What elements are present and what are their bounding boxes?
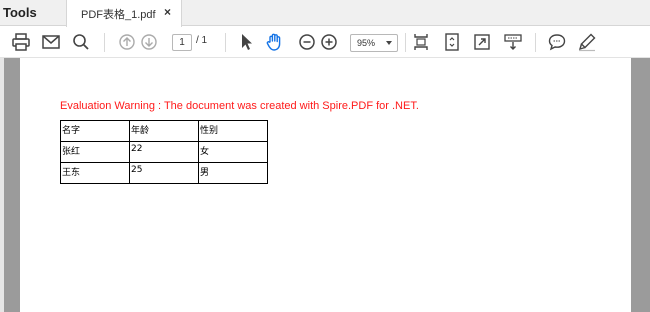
tab-document[interactable]: PDF表格_1.pdf ×	[66, 0, 182, 27]
left-scrollbar-track	[0, 58, 4, 312]
table-header-cell: 性别	[198, 120, 268, 142]
close-icon[interactable]: ×	[164, 5, 171, 19]
scroll-mode-icon[interactable]	[503, 32, 523, 52]
hand-tool-icon[interactable]	[265, 32, 285, 52]
pdf-page: Evaluation Warning : The document was cr…	[20, 58, 631, 312]
table-cell: 25	[129, 162, 199, 184]
toolbar-separator	[104, 33, 105, 52]
full-screen-icon[interactable]	[472, 32, 492, 52]
table-cell: 王东	[60, 162, 130, 184]
zoom-value: 95%	[357, 38, 376, 48]
page-number-input[interactable]: 1	[172, 34, 192, 51]
search-icon[interactable]	[71, 32, 91, 52]
toolbar-separator	[405, 33, 406, 52]
tab-tools[interactable]: Tools	[0, 0, 66, 26]
toolbar-separator	[535, 33, 536, 52]
select-cursor-icon[interactable]	[236, 32, 256, 52]
toolbar-separator	[225, 33, 226, 52]
table-cell: 男	[198, 162, 268, 184]
table-cell: 张红	[60, 141, 130, 163]
table-cell: 女	[198, 141, 268, 163]
zoom-dropdown[interactable]: 95%	[350, 34, 398, 52]
rotate-view-icon[interactable]	[442, 32, 462, 52]
data-table: 名字 年龄 性别 张红 22 女 王东 25 男	[60, 120, 268, 184]
table-cell: 22	[129, 141, 199, 163]
next-page-icon[interactable]	[139, 32, 159, 52]
document-viewer: Evaluation Warning : The document was cr…	[0, 58, 650, 312]
chevron-down-icon	[386, 41, 392, 45]
table-row: 张红 22 女	[60, 141, 268, 163]
zoom-in-icon[interactable]	[319, 32, 339, 52]
fit-page-icon[interactable]	[411, 32, 431, 52]
previous-page-icon[interactable]	[117, 32, 137, 52]
table-row: 王东 25 男	[60, 162, 268, 184]
page-total: / 1	[196, 35, 208, 46]
print-icon[interactable]	[11, 32, 31, 52]
tab-bar: Tools PDF表格_1.pdf ×	[0, 0, 650, 27]
zoom-out-icon[interactable]	[297, 32, 317, 52]
toolbar: 1 / 1 95%	[0, 27, 650, 58]
table-header-cell: 名字	[60, 120, 130, 142]
comment-icon[interactable]	[547, 32, 567, 52]
evaluation-warning-text: Evaluation Warning : The document was cr…	[60, 100, 419, 112]
highlight-pen-icon[interactable]	[577, 32, 597, 52]
email-icon[interactable]	[41, 32, 61, 52]
table-header-cell: 年龄	[129, 120, 199, 142]
table-row: 名字 年龄 性别	[60, 120, 268, 142]
tab-document-label: PDF表格_1.pdf	[81, 9, 156, 21]
